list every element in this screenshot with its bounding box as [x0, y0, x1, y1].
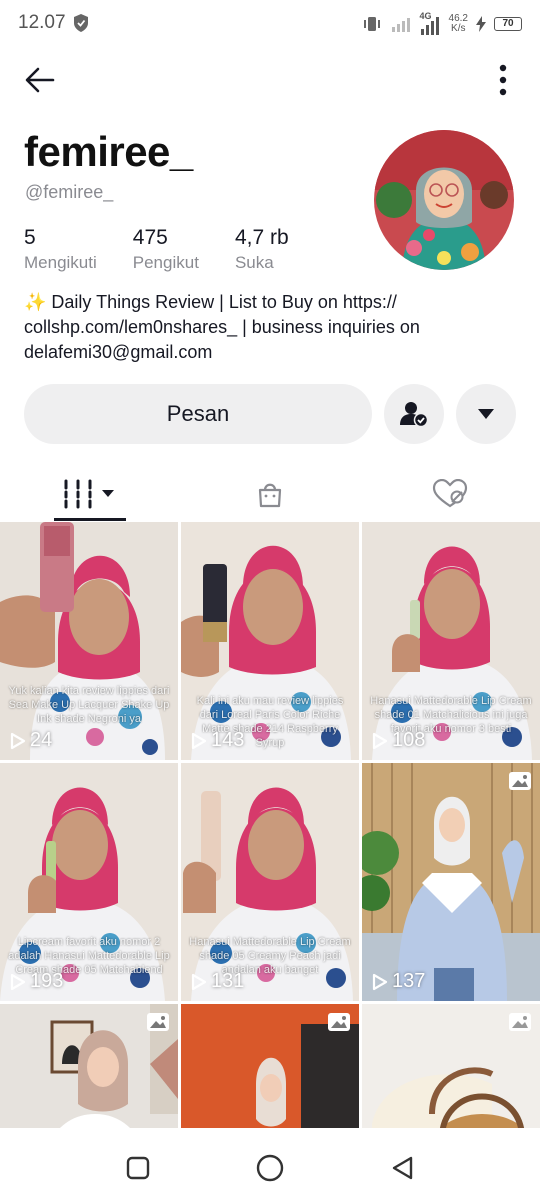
tab-liked[interactable] [420, 466, 480, 522]
user-check-icon [400, 402, 428, 427]
video-views: 143 [191, 729, 244, 752]
back-button[interactable] [20, 60, 60, 100]
arrow-left-icon [25, 67, 55, 93]
battery-indicator: 70 [494, 17, 522, 31]
stat-followers-value: 475 [132, 226, 168, 249]
more-options-button[interactable] [488, 60, 518, 100]
video-tile[interactable]: Hanasui Mattedorable Lip Cream shade 01 … [362, 522, 540, 760]
profile-bio: ✨ Daily Things Review | List to Buy on h… [24, 292, 420, 362]
stat-likes-label: Suka [234, 253, 274, 272]
triangle-back-icon [392, 1156, 413, 1180]
vibrate-icon [363, 17, 380, 31]
system-navigation-bar [0, 1128, 540, 1200]
net-speed-unit: K/s [451, 23, 466, 34]
home-button[interactable] [250, 1148, 290, 1188]
avatar[interactable] [374, 130, 514, 270]
video-tile[interactable]: Hanasui Mattedorable Lip Cream shade 05 … [181, 763, 359, 1001]
stat-following-label: Mengikuti [24, 253, 97, 272]
video-view-count: 137 [392, 970, 426, 992]
video-views: 137 [372, 970, 425, 993]
status-time: 12.07 [18, 12, 66, 33]
video-grid-icon [64, 479, 114, 509]
video-tile[interactable]: Yuk kalian kita review lippies dari Sea … [0, 522, 178, 760]
tab-videos[interactable] [54, 466, 126, 522]
video-views: 24 [10, 729, 52, 752]
stat-following[interactable]: 5 Mengikuti [24, 226, 97, 273]
video-views: 131 [191, 970, 244, 993]
photo-carousel-icon [509, 1013, 531, 1031]
play-icon [372, 732, 388, 749]
shopping-bag-icon [258, 483, 282, 508]
stat-following-value: 5 [24, 226, 36, 249]
play-icon [10, 973, 26, 990]
status-bar: 12.07 4G 46.2 K/s 70 [0, 0, 540, 48]
display-name: femiree_ [24, 128, 193, 175]
message-button[interactable]: Pesan [24, 384, 372, 444]
video-view-count: 131 [211, 970, 245, 992]
tab-shop[interactable] [240, 466, 300, 522]
video-view-count: 24 [30, 729, 53, 751]
more-vertical-icon [499, 64, 507, 96]
video-thumbnail [362, 763, 540, 1001]
play-icon [191, 732, 207, 749]
circle-icon [256, 1154, 284, 1182]
play-icon [10, 732, 26, 749]
following-status-button[interactable] [384, 384, 444, 444]
charging-icon [476, 16, 486, 32]
video-tile[interactable]: 137 [362, 763, 540, 1001]
caret-down-icon [478, 409, 494, 419]
username: @femiree_ [25, 182, 114, 202]
system-back-button[interactable] [382, 1148, 422, 1188]
video-views: 108 [372, 729, 425, 752]
stat-likes-value: 4,7 rb [234, 226, 289, 249]
profile-stats: 5 Mengikuti 475 Pengikut 4,7 rb Suka [24, 226, 325, 273]
heart-hidden-icon [432, 479, 468, 508]
avatar-image [374, 130, 514, 270]
suggested-accounts-button[interactable] [456, 384, 516, 444]
stat-followers-label: Pengikut [132, 253, 199, 272]
photo-carousel-icon [147, 1013, 169, 1031]
video-caption: Yuk kalian kita review lippies dari Sea … [8, 685, 170, 725]
network-speed: 46.2 K/s [449, 14, 468, 34]
video-tile[interactable]: Kali ini aku mau review lippies dari Lor… [181, 522, 359, 760]
square-icon [126, 1156, 150, 1180]
play-icon [191, 973, 207, 990]
active-tab-indicator [54, 518, 126, 521]
video-view-count: 108 [392, 729, 426, 751]
signal-4g-icon: 4G [419, 11, 441, 35]
stat-likes: 4,7 rb Suka [235, 226, 289, 273]
video-tile[interactable]: Lipcream favorit aku nomor 2 adalah Hana… [0, 763, 178, 1001]
photo-carousel-icon [509, 772, 531, 790]
profile-tabs [0, 466, 540, 522]
video-view-count: 193 [30, 970, 64, 992]
video-views: 193 [10, 970, 63, 993]
video-view-count: 143 [211, 729, 245, 751]
shield-icon [74, 14, 88, 32]
play-icon [372, 973, 388, 990]
stat-followers[interactable]: 475 Pengikut [133, 226, 199, 273]
photo-carousel-icon [328, 1013, 350, 1031]
status-indicators: 4G 46.2 K/s 70 [361, 10, 522, 38]
recent-apps-button[interactable] [118, 1148, 158, 1188]
signal-weak-icon [391, 18, 410, 32]
